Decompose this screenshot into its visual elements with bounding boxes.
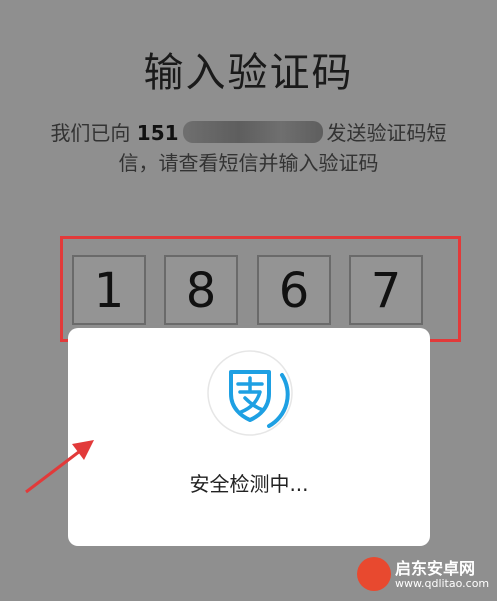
- annotation-arrow-icon: [25, 440, 94, 494]
- code-digit-box-3[interactable]: 6: [257, 255, 331, 325]
- site-watermark: 启东安卓网 www.qdlitao.com: [357, 555, 489, 597]
- code-digit-box-4[interactable]: 7: [349, 255, 423, 325]
- instruction-prefix: 我们已向: [50, 121, 131, 145]
- watermark-title: 启东安卓网: [395, 559, 476, 578]
- security-check-status: 安全检测中...: [189, 472, 309, 496]
- sms-instruction: 我们已向 151 发送验证码短 信，请查看短信并输入验证码: [26, 118, 471, 178]
- instruction-suffix: 发送验证码短: [326, 121, 447, 145]
- instruction-line2: 信，请查看短信并输入验证码: [118, 151, 379, 175]
- security-check-dialog: 安全检测中...: [68, 328, 430, 546]
- page-title: 输入验证码: [143, 50, 354, 96]
- watermark-logo-icon: [357, 557, 391, 591]
- watermark-url: www.qdlitao.com: [395, 577, 490, 590]
- alipay-shield-icon: [207, 350, 293, 436]
- phone-number-mask: [182, 121, 323, 143]
- code-digit-box-2[interactable]: 8: [164, 255, 238, 325]
- phone-number-prefix: 151: [136, 121, 179, 145]
- code-digit-box-1[interactable]: 1: [72, 255, 146, 325]
